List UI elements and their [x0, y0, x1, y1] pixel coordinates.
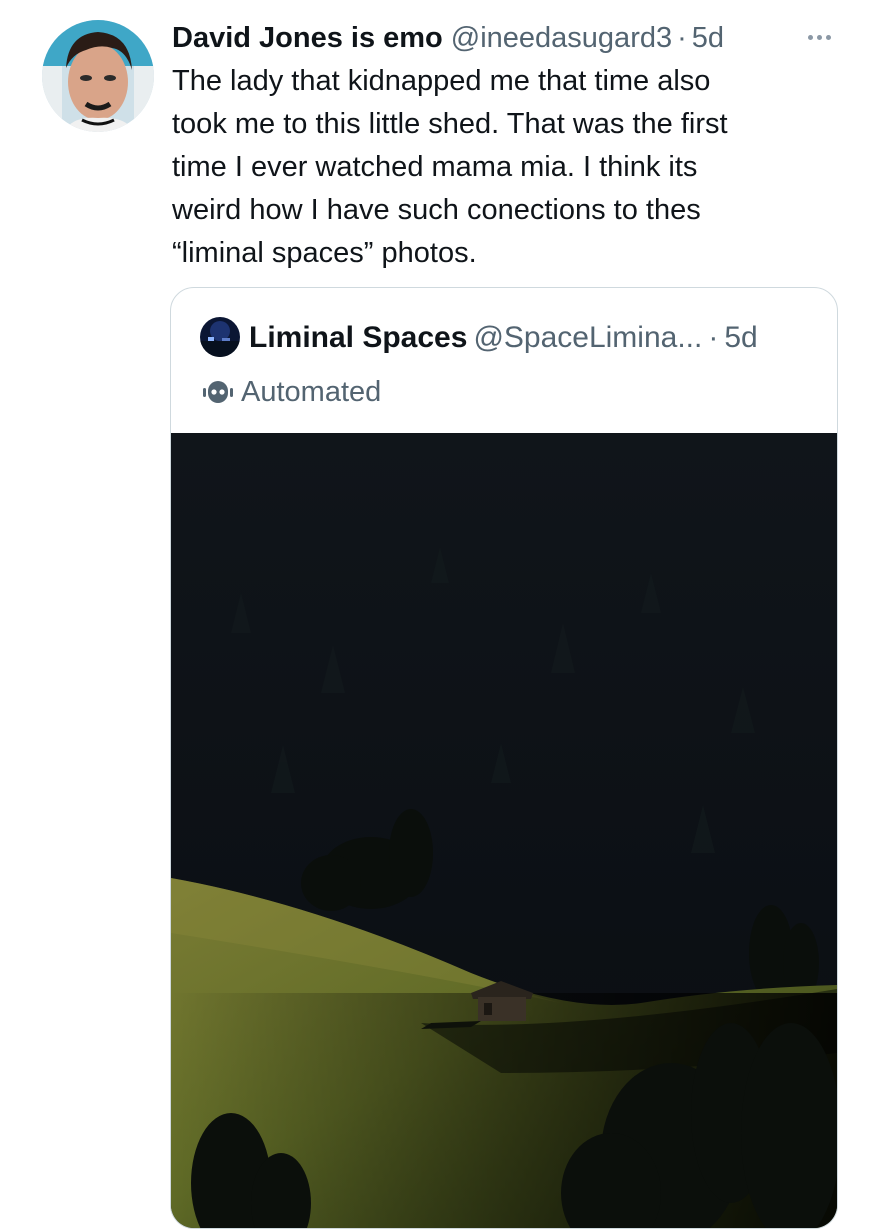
robot-icon [203, 381, 233, 403]
tweet-timestamp[interactable]: 5d [692, 22, 724, 54]
tweet-text-line: time I ever watched mama mia. I think it… [172, 151, 698, 183]
author-display-name[interactable]: David Jones is emo [172, 22, 443, 54]
tweet-text-line: “liminal spaces” photos. [172, 237, 477, 269]
quoted-header-separator: · [708, 321, 719, 354]
author-avatar[interactable] [42, 20, 154, 132]
automated-label-text: Automated [241, 375, 382, 408]
landscape-photo [171, 433, 837, 1228]
tweet-header: David Jones is emo @ineedasugard3 · 5d [172, 18, 724, 58]
quoted-author-avatar-image [200, 317, 240, 357]
tweet-text: The lady that kidnapped me that time als… [172, 60, 832, 275]
quoted-tweet-photo[interactable] [171, 433, 837, 1228]
quoted-tweet-card[interactable]: Liminal Spaces @SpaceLimina... · 5d Automat… [170, 287, 838, 1229]
tweet[interactable]: David Jones is emo @ineedasugard3 · 5d The … [0, 0, 878, 1229]
quoted-author-avatar[interactable] [200, 317, 240, 357]
author-handle[interactable]: @ineedasugard3 [451, 22, 672, 54]
more-horizontal-icon [807, 34, 813, 40]
tweet-text-line: took me to this little shed. That was th… [172, 108, 728, 140]
more-horizontal-icon-dot [825, 34, 831, 40]
quoted-author-display-name[interactable]: Liminal Spaces [249, 321, 467, 354]
quoted-tweet-timestamp[interactable]: 5d [724, 321, 757, 354]
automated-label: Automated [201, 372, 381, 412]
more-options-button[interactable] [800, 22, 838, 52]
tweet-text-line: The lady that kidnapped me that time als… [172, 65, 711, 97]
quoted-author-handle[interactable]: @SpaceLimina... [473, 321, 702, 354]
author-avatar-image [42, 20, 154, 132]
tweet-text-line: weird how I have such conections to thes [172, 194, 701, 226]
quoted-tweet-header: Liminal Spaces @SpaceLimina... · 5d [249, 318, 758, 358]
more-horizontal-icon-dot [816, 34, 822, 40]
header-separator: · [677, 22, 687, 54]
